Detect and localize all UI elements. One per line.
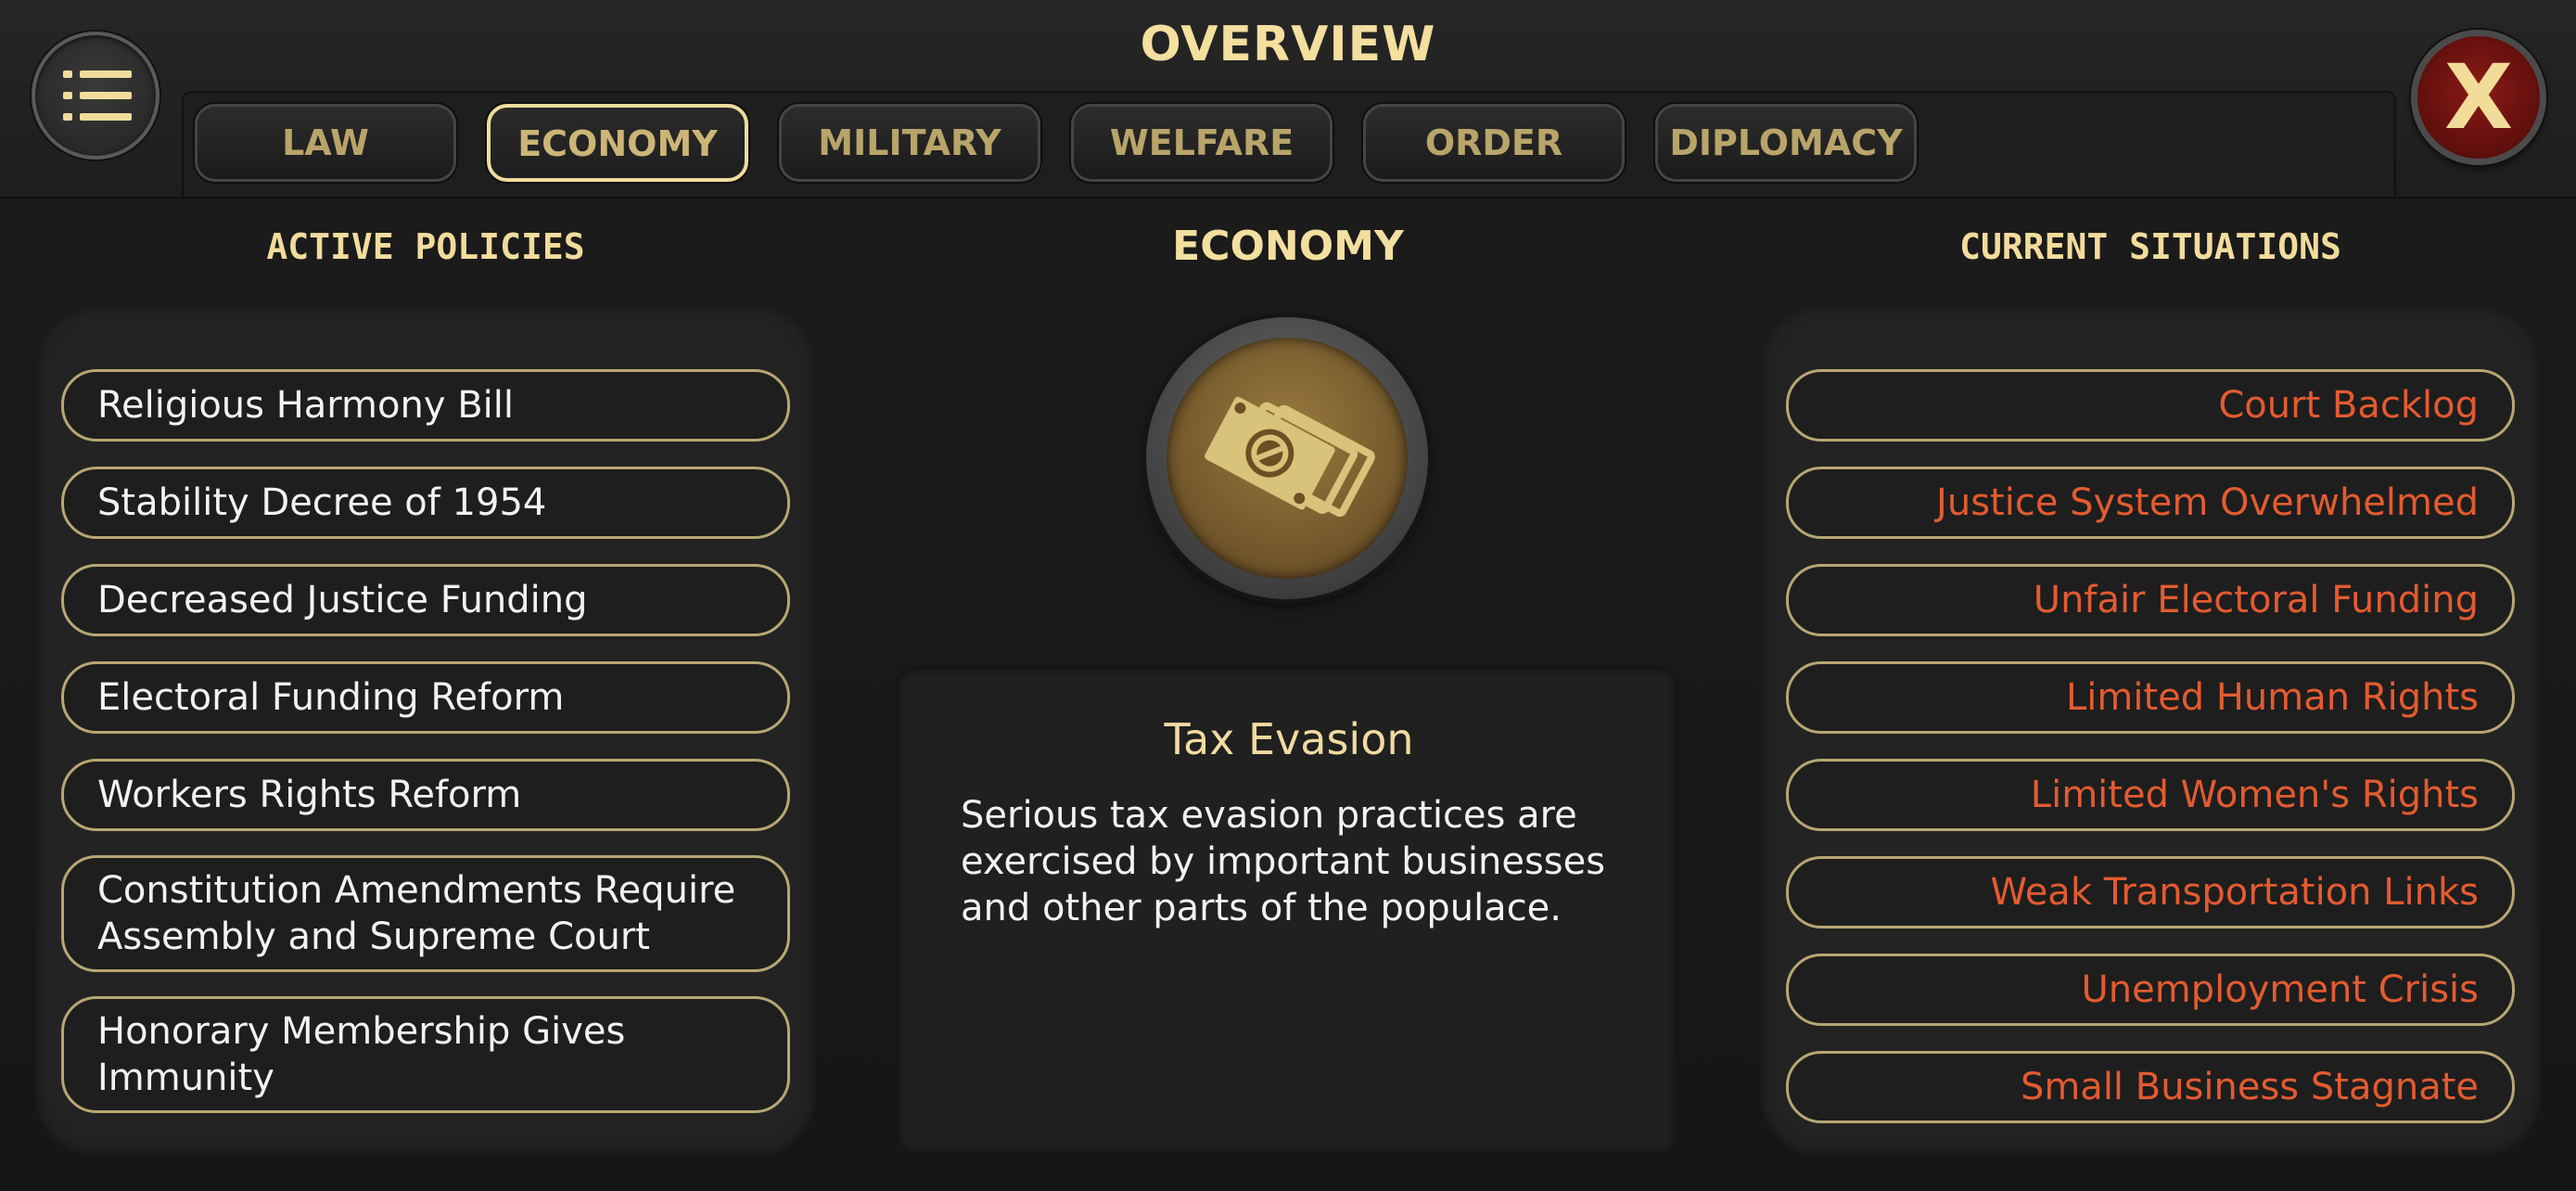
active-policies-panel: Religious Harmony Bill Stability Decree … xyxy=(35,304,816,1156)
tab-law[interactable]: LAW xyxy=(195,104,456,182)
tab-label: WELFARE xyxy=(1109,122,1294,163)
situation-item[interactable]: Court Backlog xyxy=(1786,369,2515,442)
situation-item[interactable]: Weak Transportation Links xyxy=(1786,856,2515,928)
situation-item[interactable]: Small Business Stagnate xyxy=(1786,1051,2515,1123)
tab-order[interactable]: ORDER xyxy=(1363,104,1625,182)
policy-item[interactable]: Constitution Amendments Require Assembly… xyxy=(61,855,790,972)
current-situations-panel: Court Backlog Justice System Overwhelmed… xyxy=(1760,304,2541,1156)
situation-item[interactable]: Limited Human Rights xyxy=(1786,661,2515,734)
tab-military[interactable]: MILITARY xyxy=(779,104,1040,182)
tab-label: ECONOMY xyxy=(517,123,718,164)
close-icon: X xyxy=(2443,45,2513,149)
page-title: OVERVIEW xyxy=(1140,17,1436,72)
policy-item[interactable]: Honorary Membership Gives Immunity xyxy=(61,996,790,1113)
economy-heading: ECONOMY xyxy=(1172,223,1404,270)
money-bills-icon xyxy=(1205,396,1375,518)
economy-emblem xyxy=(1146,317,1428,599)
current-situations-heading: CURRENT SITUATIONS xyxy=(1959,226,2341,267)
policy-detail-box: Tax Evasion Serious tax evasion practice… xyxy=(896,666,1678,1156)
close-button[interactable]: X xyxy=(2411,30,2546,165)
menu-button[interactable] xyxy=(32,32,159,160)
situation-item[interactable]: Justice System Overwhelmed xyxy=(1786,467,2515,539)
tab-welfare[interactable]: WELFARE xyxy=(1071,104,1333,182)
tab-diplomacy[interactable]: DIPLOMACY xyxy=(1655,104,1917,182)
overview-screen: OVERVIEW X LAW ECONOMY MILITARY WELFARE … xyxy=(0,0,2576,1191)
tab-economy[interactable]: ECONOMY xyxy=(487,104,748,182)
policy-item[interactable]: Electoral Funding Reform xyxy=(61,661,790,734)
tab-label: ORDER xyxy=(1424,122,1563,163)
situation-item[interactable]: Unfair Electoral Funding xyxy=(1786,564,2515,636)
detail-title: Tax Evasion xyxy=(1164,714,1414,764)
situation-item[interactable]: Limited Women's Rights xyxy=(1786,759,2515,831)
policy-item[interactable]: Decreased Justice Funding xyxy=(61,564,790,636)
policy-item[interactable]: Religious Harmony Bill xyxy=(61,369,790,442)
tab-label: LAW xyxy=(282,122,369,163)
detail-text: Serious tax evasion practices are exerci… xyxy=(961,794,1606,929)
policy-item[interactable]: Stability Decree of 1954 xyxy=(61,467,790,539)
situation-item[interactable]: Unemployment Crisis xyxy=(1786,954,2515,1026)
list-icon xyxy=(63,70,132,121)
tab-label: MILITARY xyxy=(818,122,1001,163)
tab-label: DIPLOMACY xyxy=(1669,122,1903,163)
active-policies-heading: ACTIVE POLICIES xyxy=(266,226,585,267)
policy-item[interactable]: Workers Rights Reform xyxy=(61,759,790,831)
